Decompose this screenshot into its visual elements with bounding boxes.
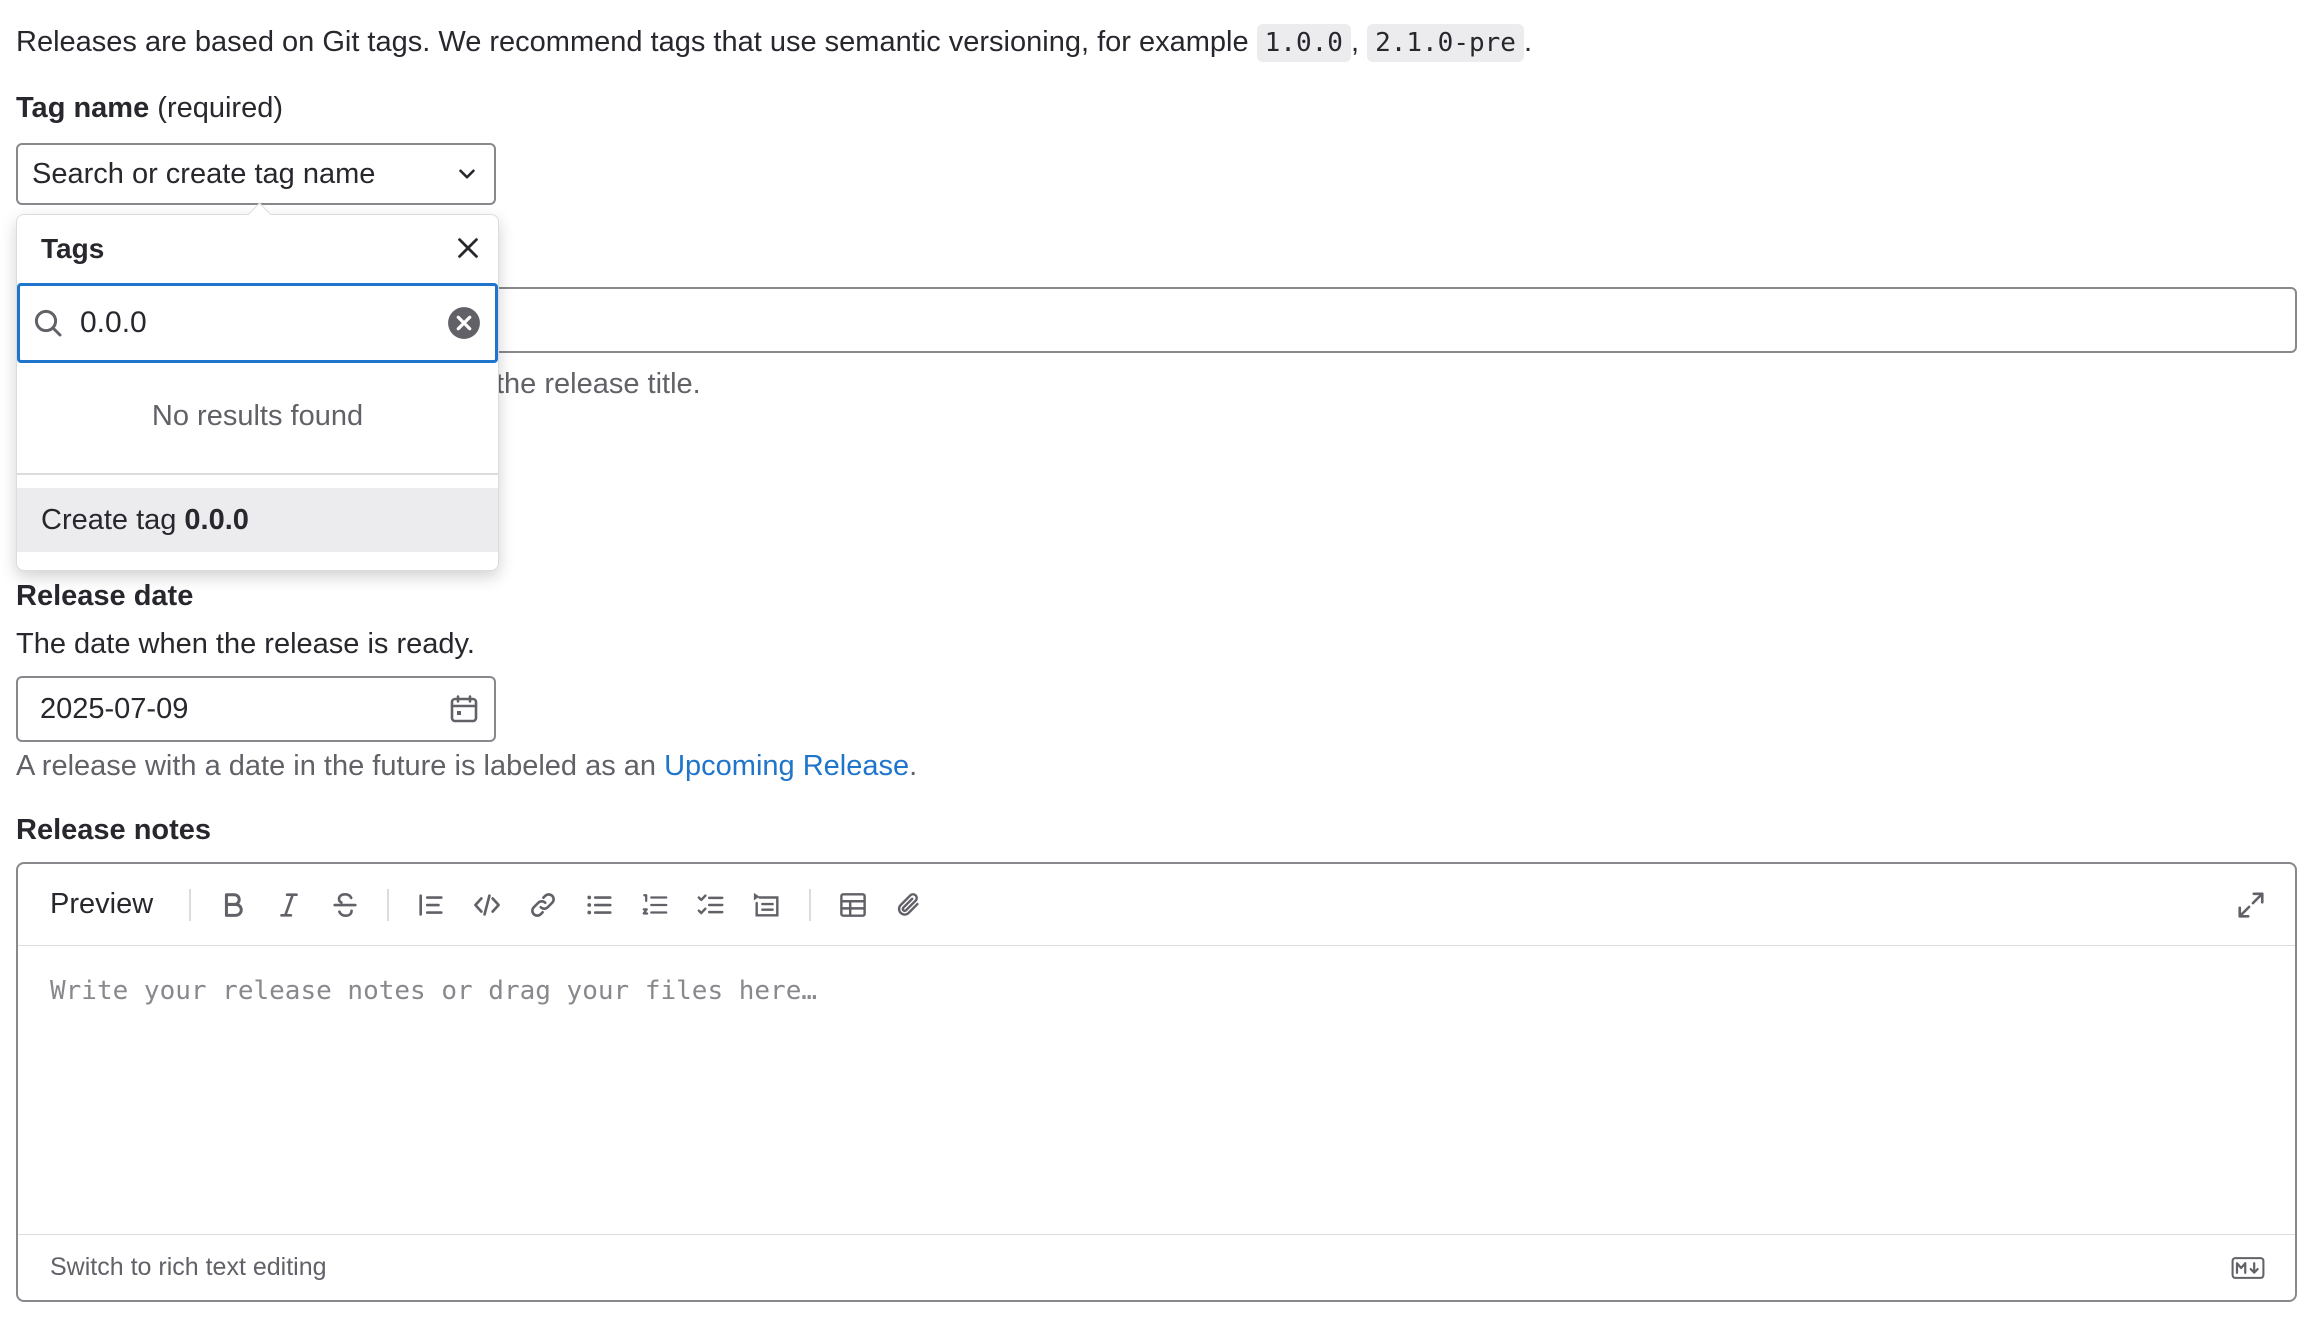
code-icon[interactable] (459, 877, 515, 933)
close-icon[interactable] (453, 233, 483, 263)
intro-text: Releases are based on Git tags. We recom… (16, 22, 1532, 63)
release-notes-textarea[interactable]: Write your release notes or drag your fi… (50, 976, 817, 1006)
markdown-icon (2231, 1256, 2265, 1279)
maximize-icon[interactable] (2223, 877, 2279, 933)
link-icon[interactable] (515, 877, 571, 933)
dropdown-title: Tags (41, 233, 105, 264)
tag-name-label-text: Tag name (16, 92, 150, 124)
release-date-help: A release with a date in the future is l… (16, 750, 917, 783)
tag-name-combobox[interactable]: Search or create tag name (16, 143, 496, 205)
editor-toolbar: Preview (18, 864, 2295, 946)
bold-icon[interactable] (205, 877, 261, 933)
numbered-list-icon[interactable] (627, 877, 683, 933)
toolbar-divider (189, 888, 192, 921)
create-tag-option[interactable]: Create tag 0.0.0 (17, 488, 498, 552)
create-tag-value: 0.0.0 (184, 503, 249, 536)
release-date-value: 2025-07-09 (40, 692, 189, 725)
clear-icon[interactable] (447, 306, 481, 340)
release-notes-label: Release notes (16, 814, 212, 846)
required-hint: (required) (157, 92, 283, 124)
upcoming-release-link[interactable]: Upcoming Release (664, 750, 909, 782)
tag-name-placeholder: Search or create tag name (32, 157, 376, 190)
tag-search-field[interactable] (17, 283, 498, 363)
editor-footer: Switch to rich text editing (18, 1234, 2295, 1300)
release-date-help-suffix: . (909, 750, 918, 782)
strikethrough-icon[interactable] (317, 877, 373, 933)
chevron-down-icon (454, 161, 480, 187)
intro-sentence: Releases are based on Git tags. We recom… (16, 26, 1249, 58)
search-icon (32, 307, 64, 339)
intro-end: . (1523, 26, 1533, 58)
task-list-icon[interactable] (683, 877, 739, 933)
no-results-text: No results found (151, 400, 364, 432)
attach-icon[interactable] (881, 877, 937, 933)
release-date-help-text: A release with a date in the future is l… (16, 750, 657, 782)
example-version-1: 1.0.0 (1256, 24, 1351, 62)
release-date-label: Release date (16, 580, 194, 612)
dropdown-caret (247, 202, 272, 227)
tag-search-input[interactable] (80, 306, 440, 340)
release-date-description: The date when the release is ready. (16, 628, 475, 660)
intro-separator: , (1350, 26, 1359, 58)
switch-to-rich-text-button[interactable]: Switch to rich text editing (50, 1253, 327, 1282)
toolbar-divider (387, 888, 390, 921)
table-icon[interactable] (825, 877, 881, 933)
tags-dropdown: Tags No results found Create tag 0.0.0 (16, 202, 499, 571)
tag-name-label: Tag name (required) (16, 92, 283, 125)
create-tag-prefix: Create tag (41, 503, 177, 536)
example-version-2: 2.1.0-pre (1367, 24, 1524, 62)
bullet-list-icon[interactable] (571, 877, 627, 933)
preview-tab[interactable]: Preview (50, 888, 153, 921)
release-title-help-text: the release title. (496, 368, 701, 400)
italic-icon[interactable] (261, 877, 317, 933)
release-notes-editor: Preview Write your release notes or drag… (16, 862, 2297, 1302)
toolbar-divider (809, 888, 812, 921)
dropdown-divider (17, 473, 498, 475)
release-date-input[interactable]: 2025-07-09 (16, 676, 496, 742)
collapsible-icon[interactable] (739, 877, 795, 933)
quote-icon[interactable] (403, 877, 459, 933)
calendar-icon[interactable] (448, 693, 480, 725)
